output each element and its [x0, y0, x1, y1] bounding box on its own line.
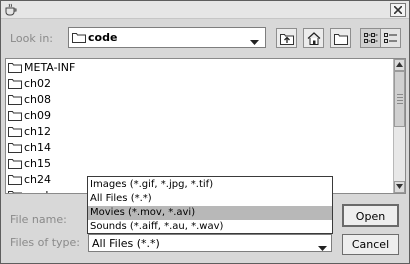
- list-item[interactable]: META-INF: [8, 60, 208, 76]
- look-in-combo[interactable]: code: [68, 27, 266, 48]
- files-of-type-value: All Files (*.*): [92, 237, 160, 250]
- file-list[interactable]: META-INF ch02 ch08 ch09 ch12 ch14 ch15 c…: [5, 58, 406, 194]
- up-folder-icon: [280, 34, 294, 45]
- dropdown-arrow-icon[interactable]: [318, 241, 327, 254]
- list-item[interactable]: ch08: [8, 92, 208, 108]
- close-button[interactable]: [390, 3, 406, 17]
- files-of-type-combo[interactable]: All Files (*.*): [88, 234, 332, 252]
- filter-option-movies[interactable]: Movies (*.mov, *.avi): [88, 206, 332, 220]
- filter-option-images[interactable]: Images (*.gif, *.jpg, *.tif): [88, 178, 332, 192]
- folder-icon: [72, 32, 86, 46]
- filter-option-all-files[interactable]: All Files (*.*): [88, 192, 332, 206]
- file-name: mml: [24, 189, 49, 193]
- list-item[interactable]: ch15: [8, 156, 208, 172]
- new-folder-icon: [334, 34, 348, 45]
- list-item[interactable]: ch02: [8, 76, 208, 92]
- home-icon: [307, 32, 321, 45]
- details-view-button[interactable]: [380, 28, 401, 48]
- filter-option-sounds[interactable]: Sounds (*.aiff, *.au, *.wav): [88, 220, 332, 234]
- list-item[interactable]: ch12: [8, 124, 208, 140]
- file-name: ch24: [24, 173, 52, 186]
- details-view-icon: [384, 33, 397, 43]
- folder-icon: [8, 62, 22, 76]
- new-folder-button[interactable]: [330, 28, 351, 48]
- file-name: ch15: [24, 157, 52, 170]
- list-item[interactable]: ch14: [8, 140, 208, 156]
- file-name: ch12: [24, 125, 52, 138]
- files-of-type-label: Files of type:: [10, 236, 81, 249]
- cancel-button[interactable]: Cancel: [342, 234, 399, 255]
- file-name: ch09: [24, 109, 52, 122]
- open-button[interactable]: Open: [342, 204, 399, 227]
- list-view-button[interactable]: [360, 28, 381, 48]
- list-view-icon: [364, 33, 378, 43]
- scroll-up-button[interactable]: [394, 59, 405, 71]
- file-name: ch02: [24, 77, 52, 90]
- arrow-up-icon: [396, 62, 403, 67]
- folder-icon: [8, 78, 22, 92]
- folder-icon: [8, 158, 22, 172]
- look-in-label: Look in:: [10, 32, 53, 45]
- title-bar[interactable]: [1, 1, 409, 19]
- file-name-label: File name:: [10, 213, 67, 226]
- folder-icon: [8, 110, 22, 124]
- folder-icon: [8, 142, 22, 156]
- scrollbar-thumb[interactable]: [394, 71, 405, 127]
- files-of-type-popup[interactable]: Images (*.gif, *.jpg, *.tif) All Files (…: [87, 176, 333, 234]
- list-item[interactable]: ch09: [8, 108, 208, 124]
- file-name: ch08: [24, 93, 52, 106]
- look-in-value: code: [88, 31, 118, 44]
- folder-icon: [8, 94, 22, 108]
- up-one-level-button[interactable]: [276, 28, 297, 48]
- file-chooser-dialog: Look in: code META-INF ch02 ch08 ch09 ch…: [0, 0, 410, 264]
- scroll-down-button[interactable]: [394, 181, 405, 193]
- arrow-down-icon: [396, 184, 403, 189]
- folder-icon: [8, 190, 22, 193]
- close-icon: [394, 6, 402, 14]
- java-cup-icon: [4, 3, 18, 16]
- home-button[interactable]: [303, 28, 324, 48]
- file-name: ch14: [24, 141, 52, 154]
- folder-icon: [8, 174, 22, 188]
- dropdown-arrow-icon[interactable]: [250, 35, 259, 48]
- file-name: META-INF: [24, 61, 76, 74]
- folder-icon: [8, 126, 22, 140]
